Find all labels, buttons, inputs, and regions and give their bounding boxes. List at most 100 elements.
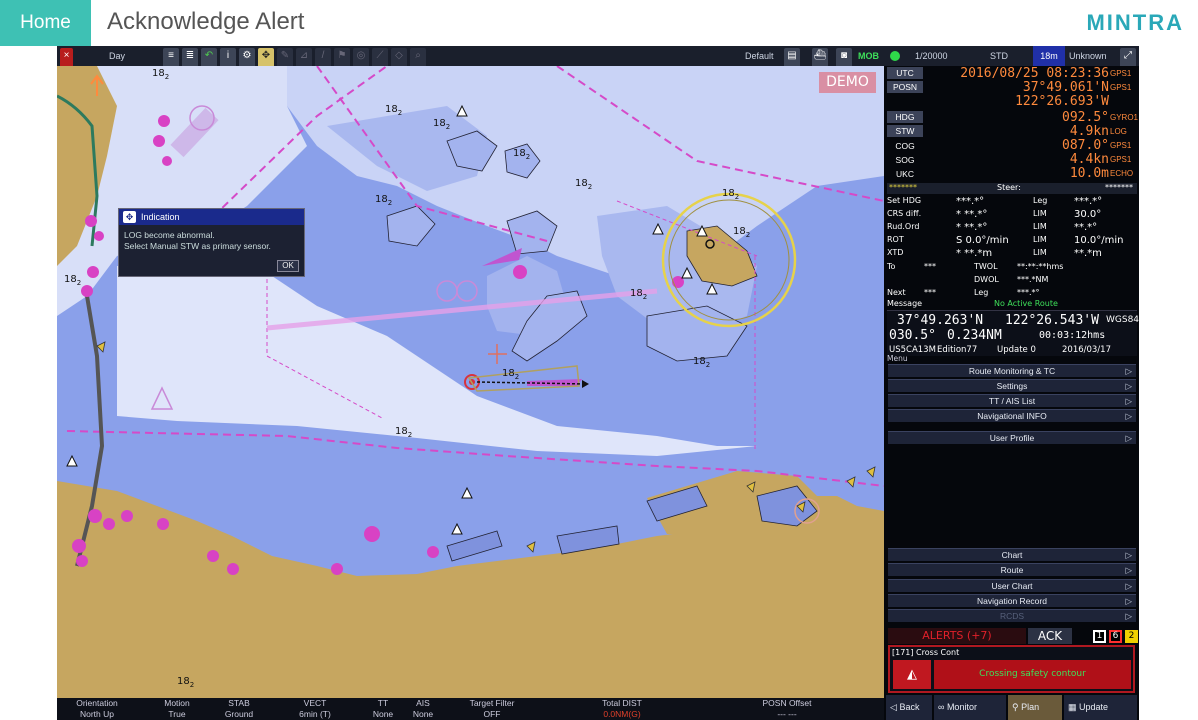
menu-item-label: Navigation Record xyxy=(977,596,1047,606)
zoom-icon[interactable]: ⌕ xyxy=(410,48,426,68)
ukc-value: 10.0m xyxy=(1069,166,1109,181)
lon-value: 122°26.693'W xyxy=(1015,94,1109,109)
undo-icon[interactable]: ↶ xyxy=(201,48,217,68)
hdg-button[interactable]: HDG xyxy=(887,111,923,123)
menu-item[interactable]: RCDS ▷ xyxy=(888,609,1136,622)
alert-count[interactable]: 6 xyxy=(1109,630,1122,643)
compass-icon[interactable]: ◎ xyxy=(353,48,369,68)
status-value: Ground xyxy=(224,709,254,719)
menu-user-profile[interactable]: User Profile ▷ xyxy=(888,431,1136,444)
menu-item[interactable]: Navigation Record ▷ xyxy=(888,594,1136,607)
info-icon[interactable]: i xyxy=(220,48,236,68)
menu-item[interactable]: User Chart ▷ xyxy=(888,579,1136,592)
status-6[interactable]: Target Filter OFF xyxy=(452,698,532,720)
plan-button[interactable]: ⚲ Plan xyxy=(1008,695,1062,720)
dwol-value: ***.*NM xyxy=(1017,275,1049,284)
depth-sounding: 182 xyxy=(575,178,592,191)
camera-icon[interactable]: ◙ xyxy=(836,48,852,68)
depth-value: 18 xyxy=(385,104,398,115)
ruler-icon[interactable]: ⟋ xyxy=(372,48,388,68)
dialog-ok-button[interactable]: OK xyxy=(277,260,299,272)
status-8[interactable]: POSN Offset --- --- xyxy=(747,698,827,720)
steer-stars-left: ******* xyxy=(889,183,917,192)
depth-value: 18 xyxy=(630,288,643,299)
std-button[interactable]: STD xyxy=(990,46,1008,66)
menu-item[interactable]: TT / AIS List ▷ xyxy=(888,394,1136,407)
stw-button[interactable]: STW xyxy=(887,125,923,137)
status-5[interactable]: AIS None xyxy=(383,698,463,720)
chart-date: 2016/03/17 xyxy=(1062,345,1111,355)
depth-value: 18 xyxy=(375,194,388,205)
status-7[interactable]: Total DIST 0.0NM(G) xyxy=(582,698,662,720)
stw-value: 4.9kn xyxy=(1069,124,1109,139)
monitor-label: Monitor xyxy=(946,702,977,712)
menu-item[interactable]: Settings ▷ xyxy=(888,379,1136,392)
lat-value: 37°49.061'N xyxy=(1022,80,1109,95)
menu-item-label: Route Monitoring & TC xyxy=(968,366,1056,376)
display-settings-icon[interactable]: ▤ xyxy=(784,48,800,68)
route-icon[interactable]: ⊿ xyxy=(296,48,312,68)
page-title: Acknowledge Alert xyxy=(107,8,305,35)
update-button[interactable]: ▦ Update xyxy=(1064,695,1137,720)
alert-count[interactable]: 1 xyxy=(1093,630,1106,643)
back-button[interactable]: ◁ Back xyxy=(886,695,932,720)
nav-d: 10.0°/min xyxy=(1074,235,1124,246)
status-value: --- --- xyxy=(777,709,797,719)
move-icon[interactable]: ✥ xyxy=(258,48,274,68)
message-value: No Active Route xyxy=(994,299,1058,308)
edit-icon[interactable]: ✎ xyxy=(277,48,293,68)
depth-sounding: 182 xyxy=(733,226,750,239)
nav-a: Set HDG xyxy=(887,196,922,205)
dialog-titlebar[interactable]: ✥ Indication xyxy=(119,209,304,225)
nav-c: LIM xyxy=(1033,209,1047,218)
tools-icon[interactable]: ⚙ xyxy=(239,48,255,68)
mob-button[interactable]: MOB xyxy=(858,46,879,66)
alert-count[interactable]: 2 xyxy=(1125,630,1138,643)
range-button[interactable]: 18m xyxy=(1033,46,1065,66)
layers-icon[interactable]: ≣ xyxy=(182,48,198,68)
depth-subscript: 2 xyxy=(734,193,740,201)
move-icon[interactable]: ✥ xyxy=(123,211,136,223)
alert-box[interactable]: [171] Cross Cont ◭ Crossing safety conto… xyxy=(888,645,1135,693)
alert-head: [171] Cross Cont xyxy=(892,648,960,657)
menu-item[interactable]: Navigational INFO ▷ xyxy=(888,409,1136,422)
mark-icon[interactable]: ◇ xyxy=(391,48,407,68)
status-0[interactable]: Orientation North Up xyxy=(57,698,137,720)
ukc-label: UKC xyxy=(896,169,914,179)
unknown-status: Unknown xyxy=(1069,51,1107,61)
alerts-button[interactable]: ALERTS (+7) xyxy=(888,628,1026,644)
lat-source: GPS1 xyxy=(1110,83,1132,92)
status-2[interactable]: STAB Ground xyxy=(199,698,279,720)
status-head: Target Filter xyxy=(469,698,515,708)
menu-item[interactable]: Route ▷ xyxy=(888,563,1136,576)
datum: WGS84 xyxy=(1106,315,1139,325)
monitor-button[interactable]: ∞ Monitor xyxy=(934,695,1006,720)
dialog-title: Indication xyxy=(141,212,180,222)
depth-subscript: 2 xyxy=(642,293,648,301)
sog-value: 4.4kn xyxy=(1069,152,1109,167)
pen-icon[interactable]: / xyxy=(315,48,331,68)
nav-info-panel: UTC 2016/08/25 08:23:36 GPS1 POSN 37°49.… xyxy=(884,66,1139,720)
day-mode-toggle[interactable]: Day xyxy=(109,46,125,66)
nav-d: **.*° xyxy=(1074,222,1098,233)
ship-icon[interactable]: ⛴ xyxy=(812,48,828,68)
flag-icon[interactable]: ⚑ xyxy=(334,48,350,68)
posn-button[interactable]: POSN xyxy=(887,81,923,93)
home-button[interactable]: Home xyxy=(0,0,91,46)
default-display-button[interactable]: Default xyxy=(745,46,774,66)
chart-canvas[interactable] xyxy=(57,66,884,698)
nav-a: Rud.Ord xyxy=(887,222,920,231)
depth-value: 18 xyxy=(722,188,735,199)
expand-icon[interactable]: ⤢ xyxy=(1120,48,1136,68)
nautical-chart[interactable]: DEMO 182 182 182 182 182 182 182 182 182 182 182 18… xyxy=(57,66,884,698)
scale-readout[interactable]: 1/20000 xyxy=(915,46,948,66)
ack-button[interactable]: ACK xyxy=(1028,628,1072,644)
chart-icon[interactable]: ≡ xyxy=(163,48,179,68)
depth-sounding: 182 xyxy=(177,676,194,689)
nav-b: ***.*° xyxy=(956,196,985,207)
menu-item[interactable]: Chart ▷ xyxy=(888,548,1136,561)
depth-value: 18 xyxy=(502,368,515,379)
close-icon[interactable]: × xyxy=(60,48,73,68)
utc-button[interactable]: UTC xyxy=(887,67,923,79)
menu-item[interactable]: Route Monitoring & TC ▷ xyxy=(888,364,1136,377)
